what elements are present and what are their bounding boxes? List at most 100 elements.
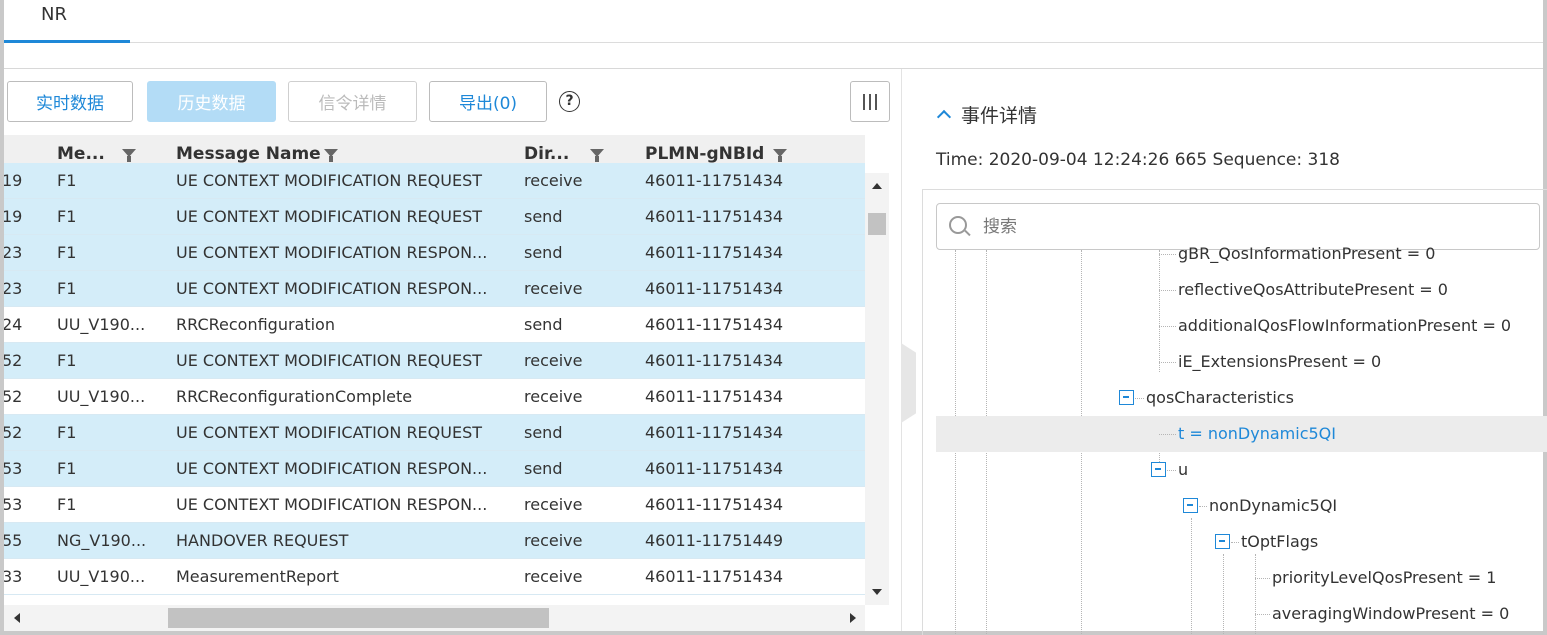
tree-node[interactable]: iE_ExtensionsPresent = 0	[1178, 344, 1381, 380]
plmn-gnbid-cell: 46011-11751434	[645, 495, 784, 514]
table-row[interactable]: 53 F1 UE CONTEXT MODIFICATION RESPON... rec…	[4, 487, 865, 523]
message-type-cell: F1	[57, 423, 77, 442]
decode-tree-container: gBR_QosInformationPresent = 0reflectiveQ…	[922, 189, 1547, 635]
scroll-up-icon[interactable]	[872, 183, 882, 189]
row-id-cell: 19	[4, 207, 22, 226]
horizontal-scrollbar[interactable]	[4, 605, 865, 631]
tree-node[interactable]: gBR_QosInformationPresent = 0	[1178, 236, 1435, 272]
row-id-cell: 19	[4, 171, 22, 190]
row-id-cell: 52	[4, 387, 22, 406]
tab-nr[interactable]: NR	[4, 0, 130, 43]
row-id-cell: 52	[4, 351, 22, 370]
tree-node[interactable]: averagingWindowPresent = 0	[1272, 596, 1509, 632]
tree-connector	[1159, 434, 1176, 435]
message-name-cell: UE CONTEXT MODIFICATION REQUEST	[176, 423, 483, 442]
scroll-down-icon[interactable]	[872, 589, 882, 595]
chevron-up-icon[interactable]	[936, 109, 952, 125]
message-table: Me... Message Name Dir... PLMN-gNBId 19 F…	[4, 135, 865, 605]
row-id-cell: 24	[4, 315, 22, 334]
scroll-right-icon[interactable]	[850, 613, 856, 623]
message-name-cell: HANDOVER REQUEST	[176, 531, 349, 550]
plmn-gnbid-cell: 46011-11751434	[645, 423, 784, 442]
help-icon[interactable]: ?	[559, 91, 580, 112]
message-type-cell: NG_V190...	[57, 595, 165, 605]
filter-icon[interactable]	[122, 149, 136, 162]
vertical-scroll-thumb[interactable]	[868, 213, 886, 235]
message-name-cell: UE CONTEXT MODIFICATION RESPON...	[176, 495, 488, 514]
vertical-scrollbar[interactable]	[865, 173, 889, 605]
message-name-cell: RRCReconfigurationComplete	[176, 387, 413, 406]
collapse-node-icon[interactable]	[1119, 390, 1134, 405]
direction-cell: receive	[524, 531, 583, 550]
message-type-cell: UU_V190...	[57, 387, 146, 406]
message-type-cell: F1	[57, 207, 77, 226]
tree-node-expandable[interactable]: u	[1178, 452, 1188, 488]
table-row[interactable]: 34 NG_V190... HANDOVER REQUIRED send 46011-1…	[4, 595, 865, 605]
plmn-gnbid-cell: 46011-11751434	[645, 171, 784, 190]
collapse-node-icon[interactable]	[1151, 462, 1166, 477]
message-type-cell: F1	[57, 243, 77, 262]
table-row[interactable]: 33 UU_V190... MeasurementReport receive 4601…	[4, 559, 865, 595]
plmn-gnbid-cell: 46011-11751434	[645, 351, 784, 370]
row-id-cell: 23	[4, 279, 22, 298]
tree-node-expandable[interactable]: nonDynamic5QI	[1209, 488, 1337, 524]
tab-nr-label: NR	[41, 4, 67, 25]
history-data-button[interactable]: 历史数据	[147, 81, 276, 122]
message-name-cell: MeasurementReport	[176, 567, 339, 586]
table-row[interactable]: 52 UU_V190... RRCReconfigurationComplete re…	[4, 379, 865, 415]
row-id-cell: 55	[4, 531, 22, 550]
tree-node-expandable[interactable]: tOptFlags	[1241, 524, 1318, 560]
table-row[interactable]: 19 F1 UE CONTEXT MODIFICATION REQUEST send 4…	[4, 199, 865, 235]
tree-connector	[1159, 362, 1176, 363]
row-id-cell: 52	[4, 423, 22, 442]
table-row[interactable]: 24 UU_V190... RRCReconfiguration send 46011-…	[4, 307, 865, 343]
tree-guide-line	[1159, 250, 1160, 372]
filter-icon[interactable]	[590, 149, 604, 162]
plmn-gnbid-cell: 46011-11751434	[645, 595, 855, 605]
filter-icon[interactable]	[773, 149, 787, 162]
table-row[interactable]: 23 F1 UE CONTEXT MODIFICATION RESPON... sen…	[4, 235, 865, 271]
table-row[interactable]: 52 F1 UE CONTEXT MODIFICATION REQUEST recei…	[4, 343, 865, 379]
tree-node[interactable]: priorityLevelQosPresent = 1	[1272, 560, 1496, 596]
filter-icon[interactable]	[324, 149, 338, 162]
row-id-cell: 34	[4, 595, 22, 605]
tree-connector	[1159, 254, 1176, 255]
message-name-cell: UE CONTEXT MODIFICATION RESPON...	[176, 459, 488, 478]
tree-connector	[1231, 542, 1239, 543]
message-type-cell: NG_V190...	[57, 531, 147, 550]
row-id-cell: 23	[4, 243, 22, 262]
message-name-cell: UE CONTEXT MODIFICATION REQUEST	[176, 171, 483, 190]
plmn-gnbid-cell: 46011-11751434	[645, 243, 784, 262]
table-row[interactable]: 19 F1 UE CONTEXT MODIFICATION REQUEST recei…	[4, 163, 865, 199]
realtime-data-button[interactable]: 实时数据	[7, 81, 133, 122]
collapse-node-icon[interactable]	[1215, 534, 1230, 549]
tree-node-expandable[interactable]: qosCharacteristics	[1146, 380, 1294, 416]
tree-node[interactable]: additionalQosFlowInformationPresent = 0	[1178, 308, 1511, 344]
message-type-cell: F1	[57, 279, 77, 298]
collapse-node-icon[interactable]	[1183, 498, 1198, 513]
table-row[interactable]: 53 F1 UE CONTEXT MODIFICATION RESPON... sen…	[4, 451, 865, 487]
horizontal-scroll-thumb[interactable]	[168, 608, 549, 628]
row-id-cell: 33	[4, 567, 22, 586]
export-button[interactable]: 导出(0)	[429, 81, 547, 122]
signaling-detail-button[interactable]: 信令详情	[288, 81, 417, 122]
tree-guide-line	[1255, 554, 1256, 635]
event-detail-panel: 事件详情 Time: 2020-09-04 12:24:26 665 Seque…	[903, 69, 1547, 635]
message-type-cell: UU_V190...	[57, 567, 146, 586]
direction-cell: send	[524, 423, 563, 442]
message-list-panel: 实时数据 历史数据 信令详情 导出(0) ? Me... Message Nam…	[4, 69, 902, 631]
tree-node[interactable]: t = nonDynamic5QI	[1178, 416, 1336, 452]
direction-cell: receive	[524, 351, 583, 370]
tree-connector	[1255, 578, 1270, 579]
table-row[interactable]: 55 NG_V190... HANDOVER REQUEST receive 46011…	[4, 523, 865, 559]
plmn-gnbid-cell: 46011-11751449	[645, 531, 784, 550]
column-settings-button[interactable]	[850, 81, 890, 122]
table-row[interactable]: 23 F1 UE CONTEXT MODIFICATION RESPON... rec…	[4, 271, 865, 307]
direction-cell: send	[524, 595, 624, 605]
direction-cell: receive	[524, 495, 583, 514]
scroll-left-icon[interactable]	[14, 613, 20, 623]
event-detail-header[interactable]: 事件详情	[936, 99, 1037, 129]
tree-node[interactable]: reflectiveQosAttributePresent = 0	[1178, 272, 1448, 308]
message-name-cell: UE CONTEXT MODIFICATION REQUEST	[176, 351, 483, 370]
table-row[interactable]: 52 F1 UE CONTEXT MODIFICATION REQUEST send 4…	[4, 415, 865, 451]
